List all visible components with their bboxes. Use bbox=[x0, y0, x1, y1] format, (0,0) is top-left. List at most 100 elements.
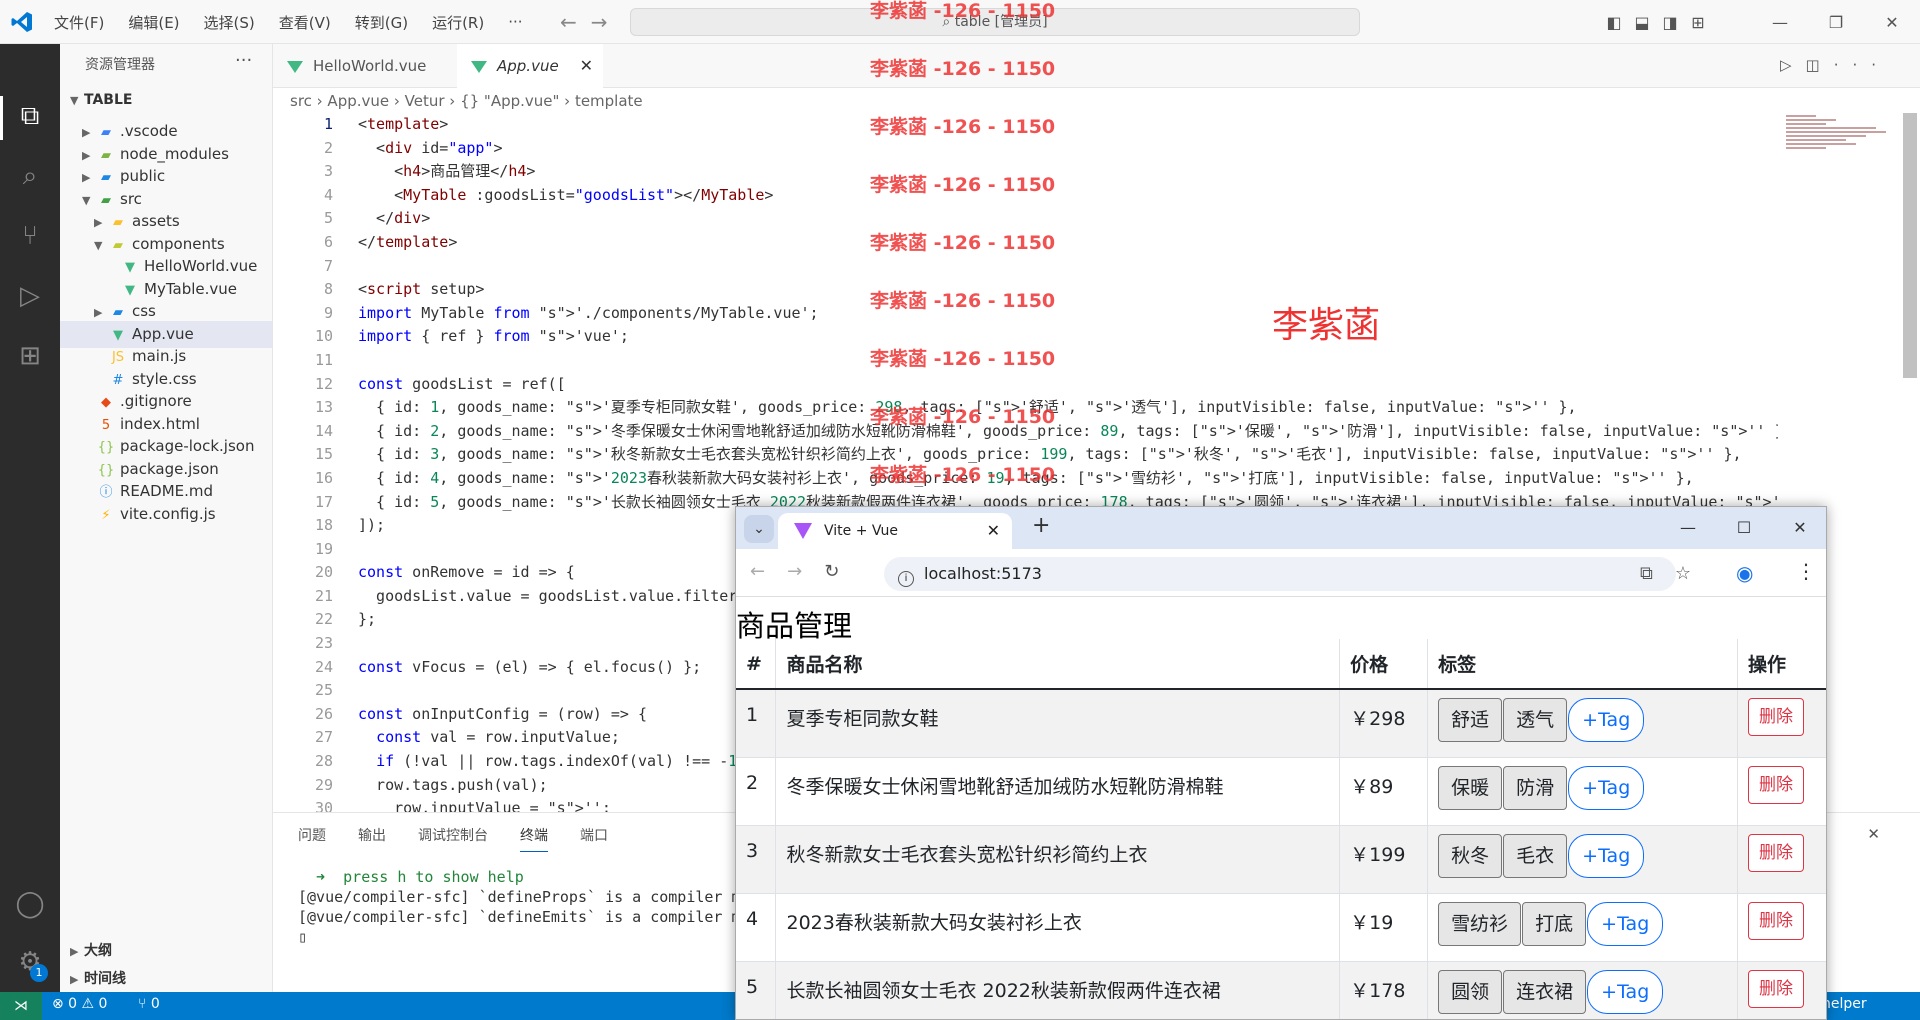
account-icon[interactable]: ◯ bbox=[12, 886, 48, 922]
add-tag-button[interactable]: +Tag bbox=[1568, 765, 1645, 810]
address-actions[interactable]: ⧉☆ bbox=[1640, 563, 1713, 584]
nav-arrows[interactable]: ←→ bbox=[560, 10, 622, 34]
tag-chip[interactable]: 防滑 bbox=[1503, 765, 1568, 810]
goods-price: ￥199 bbox=[1339, 825, 1429, 894]
panel-tab[interactable]: 输出 bbox=[358, 825, 386, 852]
problems-count[interactable]: ⊗ 0 ⚠ 0 bbox=[52, 996, 107, 1012]
more-actions-icon[interactable]: ··· bbox=[235, 50, 252, 71]
add-tag-button[interactable]: +Tag bbox=[1587, 901, 1664, 946]
menu-item[interactable]: 选择(S) bbox=[192, 12, 267, 33]
extensions-icon[interactable]: ⊞ bbox=[12, 338, 48, 374]
line-numbers: 1 2 3 4 5 6 7 8 9 10 11 12 13 14 15 16 17 18 19 20 21 22 23 24 2… bbox=[273, 113, 333, 821]
breadcrumb[interactable]: src › App.vue › Vetur › {} "App.vue" › t… bbox=[290, 92, 643, 110]
url-text: localhost:5173 bbox=[924, 564, 1042, 583]
add-tag-button[interactable]: +Tag bbox=[1587, 969, 1664, 1014]
restore-button[interactable]: ❐ bbox=[1808, 13, 1864, 32]
tree-item-vite-config-js[interactable]: ⚡ vite.config.js bbox=[60, 501, 272, 528]
tree-item-label: HelloWorld.vue bbox=[144, 257, 258, 275]
run-debug-icon[interactable]: ▷ bbox=[12, 278, 48, 314]
outline-section[interactable]: ▶ 大纲 bbox=[70, 940, 112, 960]
table-header: # 商品名称 价格 标签 操作 bbox=[736, 639, 1826, 690]
close-icon[interactable]: ✕ bbox=[580, 44, 593, 88]
browser-tab[interactable]: Vite + Vue ✕ bbox=[778, 513, 1012, 549]
browser-menu-icon[interactable]: ⋮ bbox=[1796, 559, 1816, 583]
menu-item[interactable]: ··· bbox=[496, 13, 534, 31]
panel-tab[interactable]: 端口 bbox=[580, 825, 608, 852]
forward-icon[interactable]: → bbox=[787, 561, 824, 582]
table-row: 1 夏季专柜同款女鞋 ￥298 舒适 透气 +Tag 删除 bbox=[736, 689, 1826, 758]
close-window-button[interactable]: ✕ bbox=[1864, 13, 1920, 32]
profile-icon[interactable]: ◉ bbox=[1736, 561, 1753, 585]
toggle-secondary-icon[interactable]: ◨ bbox=[1656, 13, 1684, 32]
delete-button[interactable]: 删除 bbox=[1748, 901, 1804, 940]
tag-chip[interactable]: 雪纺衫 bbox=[1438, 901, 1522, 946]
browser-close-button[interactable]: ✕ bbox=[1772, 507, 1826, 549]
toggle-sidebar-icon[interactable]: ◧ bbox=[1600, 13, 1628, 32]
menu-item[interactable]: 运行(R) bbox=[420, 12, 496, 33]
goods-name: 长款长袖圆领女士毛衣 2022秋装新款假两件连衣裙 bbox=[775, 961, 1341, 1019]
tag-chip[interactable]: 舒适 bbox=[1438, 698, 1503, 742]
line-number: 24 bbox=[314, 657, 333, 676]
browser-maximize-button[interactable]: ☐ bbox=[1716, 507, 1772, 549]
new-tab-icon[interactable]: + bbox=[1032, 513, 1050, 538]
add-tag-button[interactable]: +Tag bbox=[1568, 833, 1645, 878]
toggle-panel-icon[interactable]: ⬓ bbox=[1628, 13, 1656, 32]
command-center-search[interactable]: ⌕ table [管理员] bbox=[630, 8, 1360, 36]
search-icon[interactable]: ⌕ bbox=[12, 158, 48, 194]
tab-helloworld[interactable]: HelloWorld.vue bbox=[273, 44, 457, 88]
actions-cell: 删除 bbox=[1737, 689, 1826, 758]
remote-indicator-icon[interactable]: ⋊ bbox=[0, 992, 42, 1020]
back-icon[interactable]: ← bbox=[750, 561, 787, 582]
delete-button[interactable]: 删除 bbox=[1748, 969, 1804, 1008]
tag-chip[interactable]: 连衣裙 bbox=[1503, 969, 1587, 1014]
line-number: 27 bbox=[314, 728, 333, 747]
goods-price: ￥89 bbox=[1339, 757, 1429, 826]
tab-search-icon[interactable]: ⌄ bbox=[744, 515, 774, 543]
source-control-icon[interactable]: ⑂ bbox=[12, 218, 48, 254]
layout-icon[interactable]: ⊞ bbox=[1684, 13, 1712, 32]
workspace-root[interactable]: ▼ TABLE bbox=[70, 92, 132, 108]
timeline-section[interactable]: ▶ 时间线 bbox=[70, 968, 126, 988]
address-bar[interactable]: i localhost:5173 bbox=[884, 557, 1676, 591]
add-tag-button[interactable]: +Tag bbox=[1568, 698, 1645, 742]
line-number: 12 bbox=[314, 374, 333, 393]
panel-tab[interactable]: 调试控制台 bbox=[418, 825, 488, 852]
menu-item[interactable]: 转到(G) bbox=[343, 12, 420, 33]
browser-nav[interactable]: ←→↻ bbox=[750, 561, 861, 582]
menu-item[interactable]: 查看(V) bbox=[267, 12, 343, 33]
tag-chip[interactable]: 打底 bbox=[1522, 901, 1587, 946]
menu-item[interactable]: 文件(F) bbox=[42, 12, 116, 33]
minimap[interactable] bbox=[1786, 113, 1896, 233]
delete-button[interactable]: 删除 bbox=[1748, 833, 1804, 872]
tree-item-label: .gitignore bbox=[120, 392, 192, 410]
code-line: <div id="app"> bbox=[358, 138, 503, 157]
tree-item-label: .vscode bbox=[120, 122, 178, 140]
site-info-icon[interactable]: i bbox=[898, 571, 914, 587]
menu-item[interactable]: 编辑(E) bbox=[116, 12, 191, 33]
close-tab-icon[interactable]: ✕ bbox=[987, 513, 1000, 549]
tab-app-vue[interactable]: App.vue ✕ bbox=[457, 44, 603, 88]
tag-chip[interactable]: 透气 bbox=[1503, 698, 1568, 742]
tree-item-label: README.md bbox=[120, 482, 214, 500]
delete-button[interactable]: 删除 bbox=[1748, 765, 1804, 804]
tag-chip[interactable]: 圆领 bbox=[1438, 969, 1503, 1014]
line-number: 26 bbox=[314, 704, 333, 723]
tag-chip[interactable]: 保暖 bbox=[1438, 765, 1503, 810]
translate-icon[interactable]: ⧉ bbox=[1640, 563, 1675, 584]
tag-chip[interactable]: 秋冬 bbox=[1438, 833, 1503, 878]
explorer-icon[interactable]: ⧉ bbox=[12, 98, 48, 134]
ports-count[interactable]: ⑂ 0 bbox=[138, 996, 160, 1012]
bookmark-star-icon[interactable]: ☆ bbox=[1675, 563, 1713, 584]
editor-actions[interactable]: ▷◫··· bbox=[1780, 56, 1890, 74]
minimize-button[interactable]: — bbox=[1752, 13, 1808, 32]
reload-icon[interactable]: ↻ bbox=[824, 561, 861, 582]
panel-tab[interactable]: 问题 bbox=[298, 825, 326, 852]
tag-chip[interactable]: 毛衣 bbox=[1503, 833, 1568, 878]
browser-minimize-button[interactable]: — bbox=[1660, 507, 1716, 549]
editor-scrollbar[interactable] bbox=[1903, 113, 1917, 378]
delete-button[interactable]: 删除 bbox=[1748, 698, 1804, 736]
helper-status[interactable]: helper bbox=[1822, 996, 1867, 1012]
line-number: 29 bbox=[314, 775, 333, 794]
code-line: { id: 4, goods_name: "s">'2023春秋装新款大码女装衬… bbox=[358, 468, 1694, 487]
panel-tab[interactable]: 终端 bbox=[520, 825, 548, 852]
